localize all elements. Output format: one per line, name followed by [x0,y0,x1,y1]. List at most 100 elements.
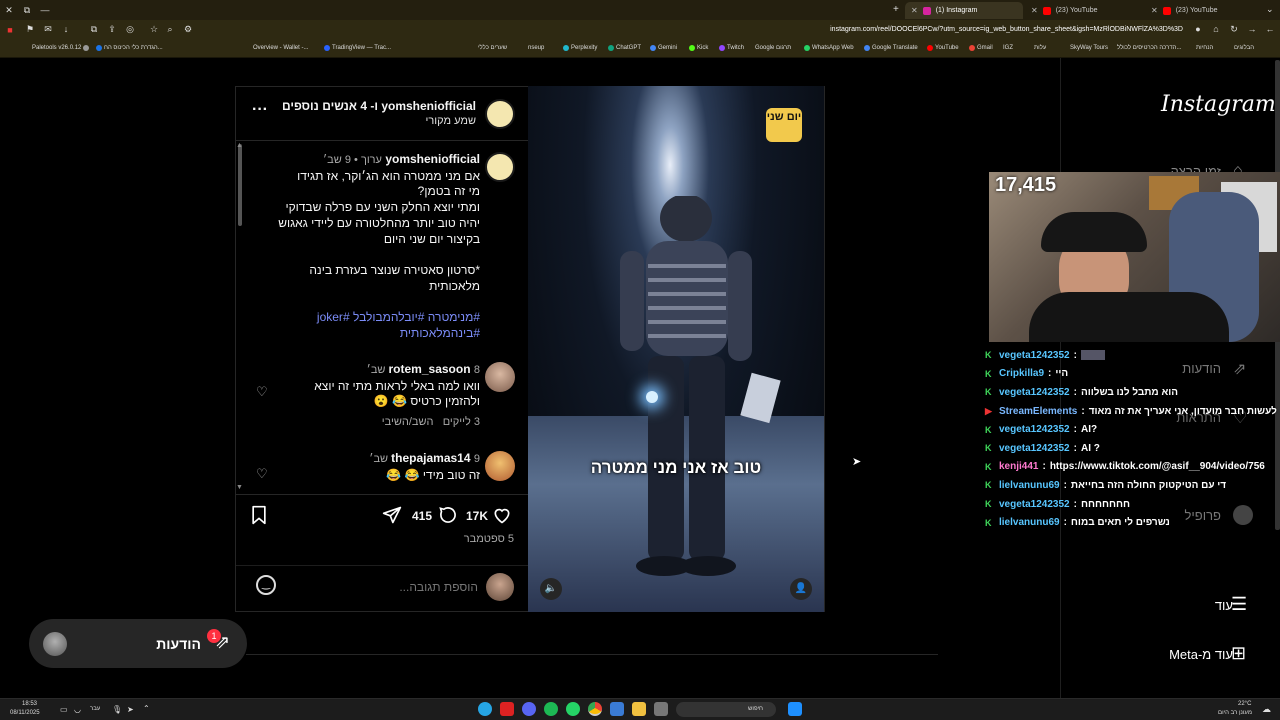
comment-like-icon[interactable]: ♡ [256,384,268,400]
bookmark-item[interactable]: Paletools v26.0.12 [32,45,90,51]
forward-icon[interactable]: → [1246,24,1258,34]
menu-hamburger-icon[interactable]: ☰ [1231,594,1247,615]
comment-author[interactable]: rotem_sasoon [389,362,471,376]
scroll-up-icon[interactable]: ▲ [236,142,243,149]
comments-scroll-area[interactable]: yomsheniofficial ערוך • 9 שב׳ אם מני ממט… [236,142,528,492]
screenshot-icon[interactable]: ⧉ [88,24,100,35]
bookmark-item[interactable]: Twitch [719,45,744,51]
wifi-icon[interactable]: ◡ [74,705,81,714]
restore-window-icon[interactable]: ⧉ [18,0,36,20]
comment-author[interactable]: thepajamas14 [391,451,470,465]
tagged-users-icon[interactable]: 👤 [790,578,812,600]
file-explorer-icon[interactable] [632,702,646,716]
bookmark-item[interactable]: Google Translate [864,45,918,51]
app-icon[interactable] [610,702,624,716]
post-audio-label[interactable]: שמע מקורי [276,115,476,127]
bookmark-item[interactable]: Gemini [650,45,677,51]
weather-desc[interactable]: מעונן רב היום [1218,710,1252,716]
share-send-icon[interactable] [382,505,402,525]
comments-count[interactable]: 415 [412,509,432,523]
add-comment-input[interactable] [288,575,478,599]
bookmark-item[interactable]: הנחיות [1196,45,1213,51]
close-window-icon[interactable]: ✕ [0,0,18,20]
home-icon[interactable]: ⌂ [1210,24,1222,34]
post-header-title[interactable]: yomsheniofficial ו- 4 אנשים נוספים [276,99,476,113]
bookmark-item[interactable]: nseup [528,45,544,51]
messages-pill-button[interactable]: הודעות ⇗ 1 [29,619,247,668]
author-avatar[interactable] [485,99,515,129]
profile-icon[interactable]: ● [1192,24,1204,34]
translate-icon[interactable]: ◎ [124,24,136,35]
instagram-logo[interactable]: Instagram [1161,92,1276,117]
like-heart-icon[interactable] [492,505,512,525]
bookmark-item[interactable]: Perplexity [563,45,597,51]
start-windows-icon[interactable] [788,702,802,716]
close-tab-icon[interactable]: ✕ [1031,6,1038,15]
minimize-window-icon[interactable]: — [36,0,54,20]
bookmark-item[interactable]: Kick [689,45,708,51]
caption-hashtags[interactable]: #בינהמלאכותית [256,326,480,342]
chrome-icon[interactable] [588,702,602,716]
reload-icon[interactable]: ↻ [1228,24,1240,35]
scrollbar-thumb[interactable] [238,144,242,226]
meta-apps-icon[interactable]: ⊞ [1231,643,1246,664]
language-indicator[interactable]: עבר [90,706,100,712]
tab-search-icon[interactable]: ⌄ [1266,4,1274,15]
task-view-icon[interactable] [654,702,668,716]
extension-icon[interactable]: ■ [4,25,16,35]
bookmark-item[interactable]: Google תרגום [755,45,791,51]
bookmark-item[interactable]: Overview - Wallet -... [253,45,308,51]
scroll-down-icon[interactable]: ▼ [236,484,243,491]
weather-temp[interactable]: 22°C [1238,701,1251,707]
tray-expand-icon[interactable]: ⌃ [143,704,150,713]
bookmark-item[interactable]: שערים כללי [478,45,507,51]
reply-button[interactable]: השב/השיבי [382,416,434,428]
app-icon[interactable] [500,702,514,716]
spotify-icon[interactable] [544,702,558,716]
taskbar-search[interactable]: חיפוש [676,702,776,717]
bookmark-item[interactable]: הדרכה הכרטיסים לכולל... [1117,45,1181,51]
whatsapp-icon[interactable] [566,702,580,716]
comment-like-icon[interactable]: ♡ [256,466,268,482]
commenter-avatar[interactable] [485,362,515,392]
close-tab-icon[interactable]: ✕ [1151,6,1158,15]
tab-youtube-2[interactable]: ✕ (23) YouTube [1145,2,1263,19]
post-date[interactable]: 5 ספטמבר [336,533,514,545]
comment-bubble-icon[interactable] [438,505,458,525]
emoji-icon[interactable]: ‿ [256,575,276,595]
site-info-icon[interactable]: ⚙ [182,24,194,35]
bookmark-item[interactable]: YouTube [927,45,959,51]
address-input[interactable]: instagram.com/reel/DOOCEl6PCw/?utm_sourc… [830,26,1183,33]
tab-instagram[interactable]: ✕ (1) Instagram [905,2,1023,19]
bookmark-star-icon[interactable]: ☆ [148,24,160,35]
bookmark-item[interactable]: ChatGPT [608,45,641,51]
bookmark-item[interactable]: הגדרת כלי הכינוס הח... [96,45,163,51]
caption-author-avatar[interactable] [485,152,515,182]
taskbar-date[interactable]: 08/11/2025 [10,710,40,716]
bookmark-item[interactable]: TradingView — Trac... [324,45,391,51]
sidebar-item-more[interactable]: עוד [1131,598,1233,613]
bookmark-item[interactable]: SkyWay Tours [1070,45,1108,51]
mail-icon[interactable]: ✉ [42,24,54,35]
bookmark-item[interactable]: IGZ [1003,45,1013,51]
extensions-icon[interactable]: ⚑ [24,24,36,35]
app-icon[interactable] [478,702,492,716]
comment-likes[interactable]: 3 לייקים [443,416,480,428]
tab-youtube-1[interactable]: ✕ (23) YouTube [1025,2,1143,19]
reel-video[interactable]: יום שני טוב אז אני מני ממטרה 🔈 👤 [528,86,824,612]
sidebar-item-meta[interactable]: עוד מ-Meta [1101,647,1233,662]
bookmark-item[interactable]: עלות [1034,45,1046,51]
more-icon[interactable]: ··· [252,101,268,119]
mic-icon[interactable]: 🎙 [112,705,122,714]
taskbar-time[interactable]: 18:53 [22,701,37,707]
sound-toggle-icon[interactable]: 🔈 [540,578,562,600]
bookmark-item[interactable]: הבלוגים [1234,45,1254,51]
bookmark-item[interactable]: Gmail [969,45,993,51]
save-bookmark-icon[interactable] [250,505,268,525]
download-icon[interactable]: ↓ [60,24,72,34]
close-tab-icon[interactable]: ✕ [911,6,918,15]
commenter-avatar[interactable] [485,451,515,481]
caption-author[interactable]: yomsheniofficial [385,152,480,166]
share-icon[interactable]: ⇪ [106,24,118,35]
caption-hashtags[interactable]: #מנימטרה #יובלהמבולבל #joker [256,310,480,326]
